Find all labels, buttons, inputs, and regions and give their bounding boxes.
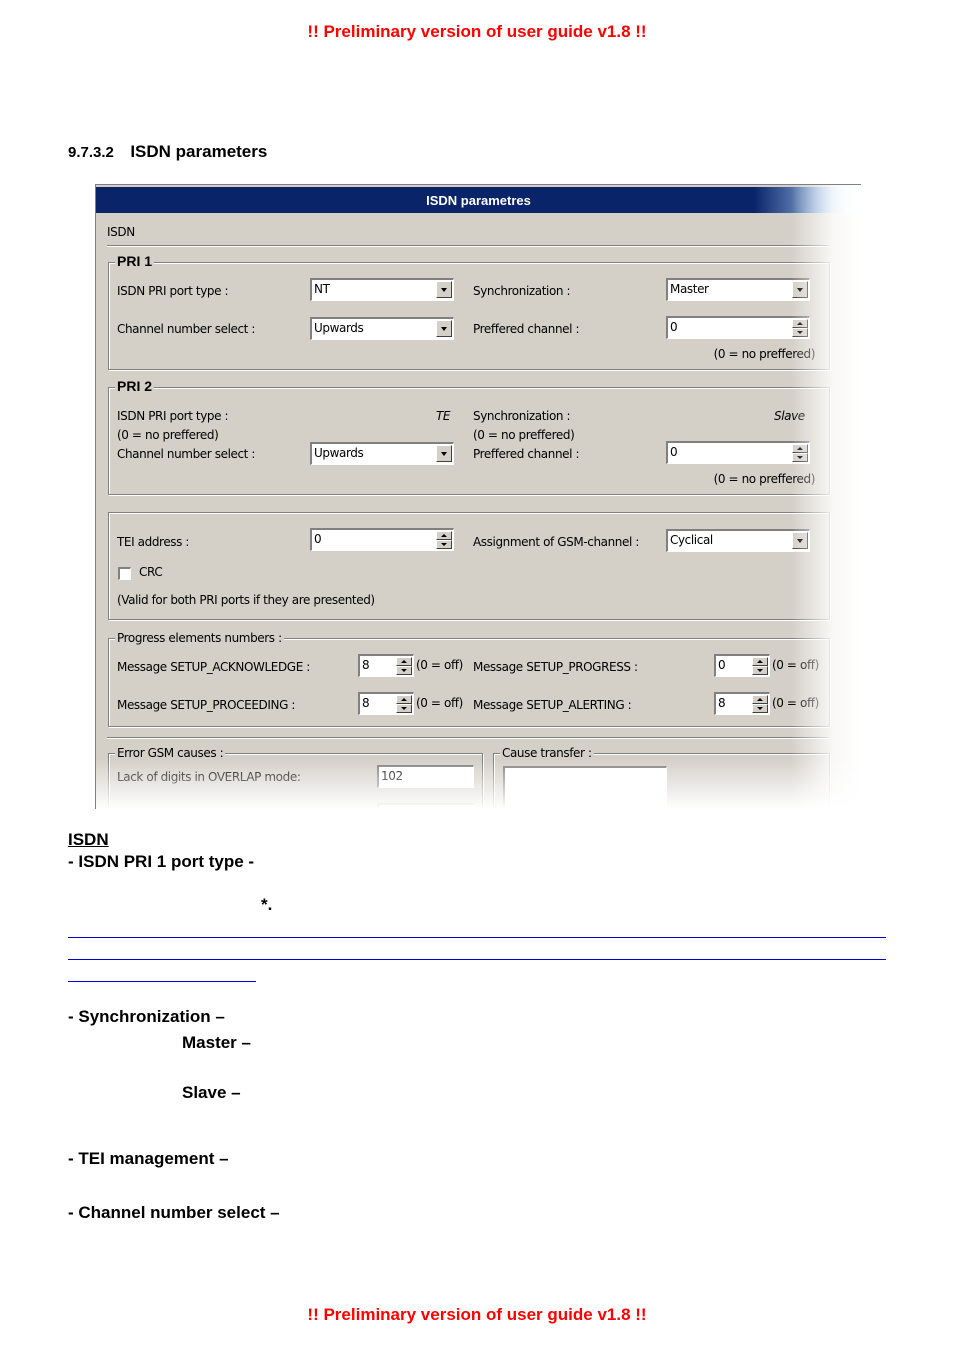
spinner-arrows-icon[interactable] bbox=[752, 695, 768, 713]
setup-proceeding-hint: (0 = off) bbox=[416, 696, 463, 710]
setup-alerting-label: Message SETUP_ALERTING : bbox=[473, 698, 632, 712]
cause-transfer-title: Cause transfer : bbox=[500, 746, 594, 760]
link-underline[interactable] bbox=[68, 937, 886, 938]
preliminary-banner-top: !! Preliminary version of user guide v1.… bbox=[307, 22, 647, 41]
pri1-channel-select[interactable]: Upwards bbox=[310, 317, 454, 340]
setup-progress-value: 0 bbox=[718, 658, 726, 672]
pri1-sync-select[interactable]: Master bbox=[666, 278, 810, 301]
preliminary-banner-bottom: !! Preliminary version of user guide v1.… bbox=[307, 1305, 647, 1324]
section-title: ISDN parameters bbox=[130, 142, 268, 161]
sync-heading: - Synchronization – bbox=[68, 1007, 225, 1026]
fade-overlay-bottom bbox=[96, 759, 861, 809]
pri1-port-type-select[interactable]: NT bbox=[310, 278, 454, 301]
pri2-preferred-channel-value: 0 bbox=[670, 445, 678, 459]
pri1-title: PRI 1 bbox=[115, 253, 155, 269]
pri2-sync-label: Synchronization : bbox=[473, 409, 571, 423]
dropdown-arrow-icon[interactable] bbox=[436, 320, 452, 337]
pri2-title: PRI 2 bbox=[115, 378, 155, 394]
setup-progress-label: Message SETUP_PROGRESS : bbox=[473, 660, 638, 674]
pri2-channel-select-label: Channel number select : bbox=[117, 447, 256, 461]
tab-isdn[interactable]: ISDN bbox=[107, 225, 135, 239]
dialog-titlebar: ISDN parametres bbox=[96, 187, 861, 213]
setup-proceeding-spinner[interactable]: 8 bbox=[358, 692, 414, 715]
channel-number-select-heading: - Channel number select – bbox=[68, 1203, 280, 1222]
crc-label: CRC bbox=[139, 565, 163, 579]
pri1-channel-select-label: Channel number select : bbox=[117, 322, 256, 336]
setup-ack-value: 8 bbox=[362, 658, 370, 672]
pri1-port-type-value: NT bbox=[314, 282, 330, 296]
pri1-preferred-channel-value: 0 bbox=[670, 320, 678, 334]
pri2-port-hint: (0 = no preffered) bbox=[117, 428, 219, 442]
setup-progress-spinner[interactable]: 0 bbox=[714, 654, 770, 677]
pri2-port-type-label: ISDN PRI port type : bbox=[117, 409, 229, 423]
tei-management-heading: - TEI management – bbox=[68, 1149, 229, 1168]
assignment-gsm-channel-label: Assignment of GSM-channel : bbox=[473, 535, 639, 549]
error-gsm-causes-title: Error GSM causes : bbox=[115, 746, 226, 760]
setup-alerting-spinner[interactable]: 8 bbox=[714, 692, 770, 715]
pri2-preferred-channel-label: Preffered channel : bbox=[473, 447, 580, 461]
common-note: (Valid for both PRI ports if they are pr… bbox=[117, 593, 375, 607]
section-heading: 9.7.3.2 ISDN parameters bbox=[68, 142, 267, 162]
dropdown-arrow-icon[interactable] bbox=[436, 445, 452, 462]
spinner-arrows-icon[interactable] bbox=[436, 531, 452, 549]
pri1-preferred-channel-spinner[interactable]: 0 bbox=[666, 316, 810, 339]
setup-proceeding-value: 8 bbox=[362, 696, 370, 710]
spinner-arrows-icon[interactable] bbox=[396, 657, 412, 675]
pri1-channel-select-value: Upwards bbox=[314, 321, 364, 335]
pri1-port-type-heading: - ISDN PRI 1 port type - bbox=[68, 852, 255, 871]
pri2-sync-hint: (0 = no preffered) bbox=[473, 428, 575, 442]
spinner-arrows-icon[interactable] bbox=[752, 657, 768, 675]
pri1-port-type-label: ISDN PRI port type : bbox=[117, 284, 229, 298]
asterisk-note: *. bbox=[261, 895, 273, 914]
tei-address-value: 0 bbox=[314, 532, 322, 546]
isdn-heading: ISDN bbox=[68, 830, 109, 849]
link-underline[interactable] bbox=[68, 981, 256, 982]
pri1-sync-label: Synchronization : bbox=[473, 284, 571, 298]
fade-overlay-right bbox=[791, 185, 861, 809]
separator bbox=[107, 245, 829, 247]
section-number: 9.7.3.2 bbox=[68, 144, 114, 161]
pri1-preferred-channel-label: Preffered channel : bbox=[473, 322, 580, 336]
pri2-port-type-value: TE bbox=[436, 409, 451, 423]
dropdown-arrow-icon[interactable] bbox=[436, 281, 452, 298]
assignment-gsm-channel-select[interactable]: Cyclical bbox=[666, 529, 810, 552]
assignment-gsm-channel-value: Cyclical bbox=[670, 533, 713, 547]
pri2-channel-select-value: Upwards bbox=[314, 446, 364, 460]
setup-ack-hint: (0 = off) bbox=[416, 658, 463, 672]
progress-title: Progress elements numbers : bbox=[115, 631, 284, 645]
setup-ack-spinner[interactable]: 8 bbox=[358, 654, 414, 677]
slave-heading: Slave – bbox=[182, 1083, 241, 1102]
tei-address-spinner[interactable]: 0 bbox=[310, 528, 454, 551]
link-underline[interactable] bbox=[68, 959, 886, 960]
separator bbox=[107, 737, 829, 739]
pri2-preferred-channel-spinner[interactable]: 0 bbox=[666, 441, 810, 464]
pri2-channel-select[interactable]: Upwards bbox=[310, 442, 454, 465]
setup-alerting-value: 8 bbox=[718, 696, 726, 710]
crc-checkbox[interactable] bbox=[118, 567, 131, 580]
spinner-arrows-icon[interactable] bbox=[396, 695, 412, 713]
pri1-sync-value: Master bbox=[670, 282, 709, 296]
setup-ack-label: Message SETUP_ACKNOWLEDGE : bbox=[117, 660, 310, 674]
tei-address-label: TEI address : bbox=[117, 535, 190, 549]
isdn-parameters-dialog: ISDN parametres ISDN PRI 1 ISDN PRI port… bbox=[95, 184, 861, 809]
master-heading: Master – bbox=[182, 1033, 251, 1052]
setup-proceeding-label: Message SETUP_PROCEEDING : bbox=[117, 698, 296, 712]
